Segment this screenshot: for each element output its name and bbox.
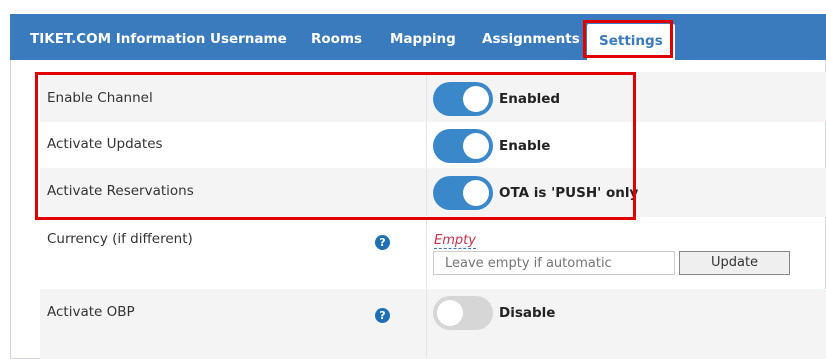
activate-obp-toggle[interactable]	[433, 296, 493, 330]
row-currency: Currency (if different) ? Empty Update	[40, 217, 826, 290]
tab-mapping[interactable]: Mapping	[390, 14, 456, 60]
row-activate-obp: Activate OBP ? Disable	[40, 290, 826, 359]
toggles-highlight	[35, 72, 636, 220]
update-button[interactable]: Update	[679, 251, 790, 275]
tab-tiket-information[interactable]: TIKET.COM Information	[30, 14, 205, 60]
help-icon[interactable]: ?	[375, 235, 390, 250]
tab-username[interactable]: Username	[210, 14, 287, 60]
activate-obp-label: Activate OBP	[47, 304, 135, 320]
activate-obp-status: Disable	[499, 305, 556, 321]
settings-tab-highlight	[583, 20, 673, 58]
currency-input[interactable]	[433, 251, 675, 275]
tab-bar: TIKET.COM Information Username Rooms Map…	[10, 14, 826, 64]
currency-label: Currency (if different)	[47, 231, 193, 247]
tab-assignments[interactable]: Assignments	[482, 14, 580, 60]
currency-empty-link[interactable]: Empty	[434, 233, 476, 249]
toggle-knob	[437, 300, 463, 326]
help-icon[interactable]: ?	[375, 308, 390, 323]
tab-rooms[interactable]: Rooms	[311, 14, 362, 60]
